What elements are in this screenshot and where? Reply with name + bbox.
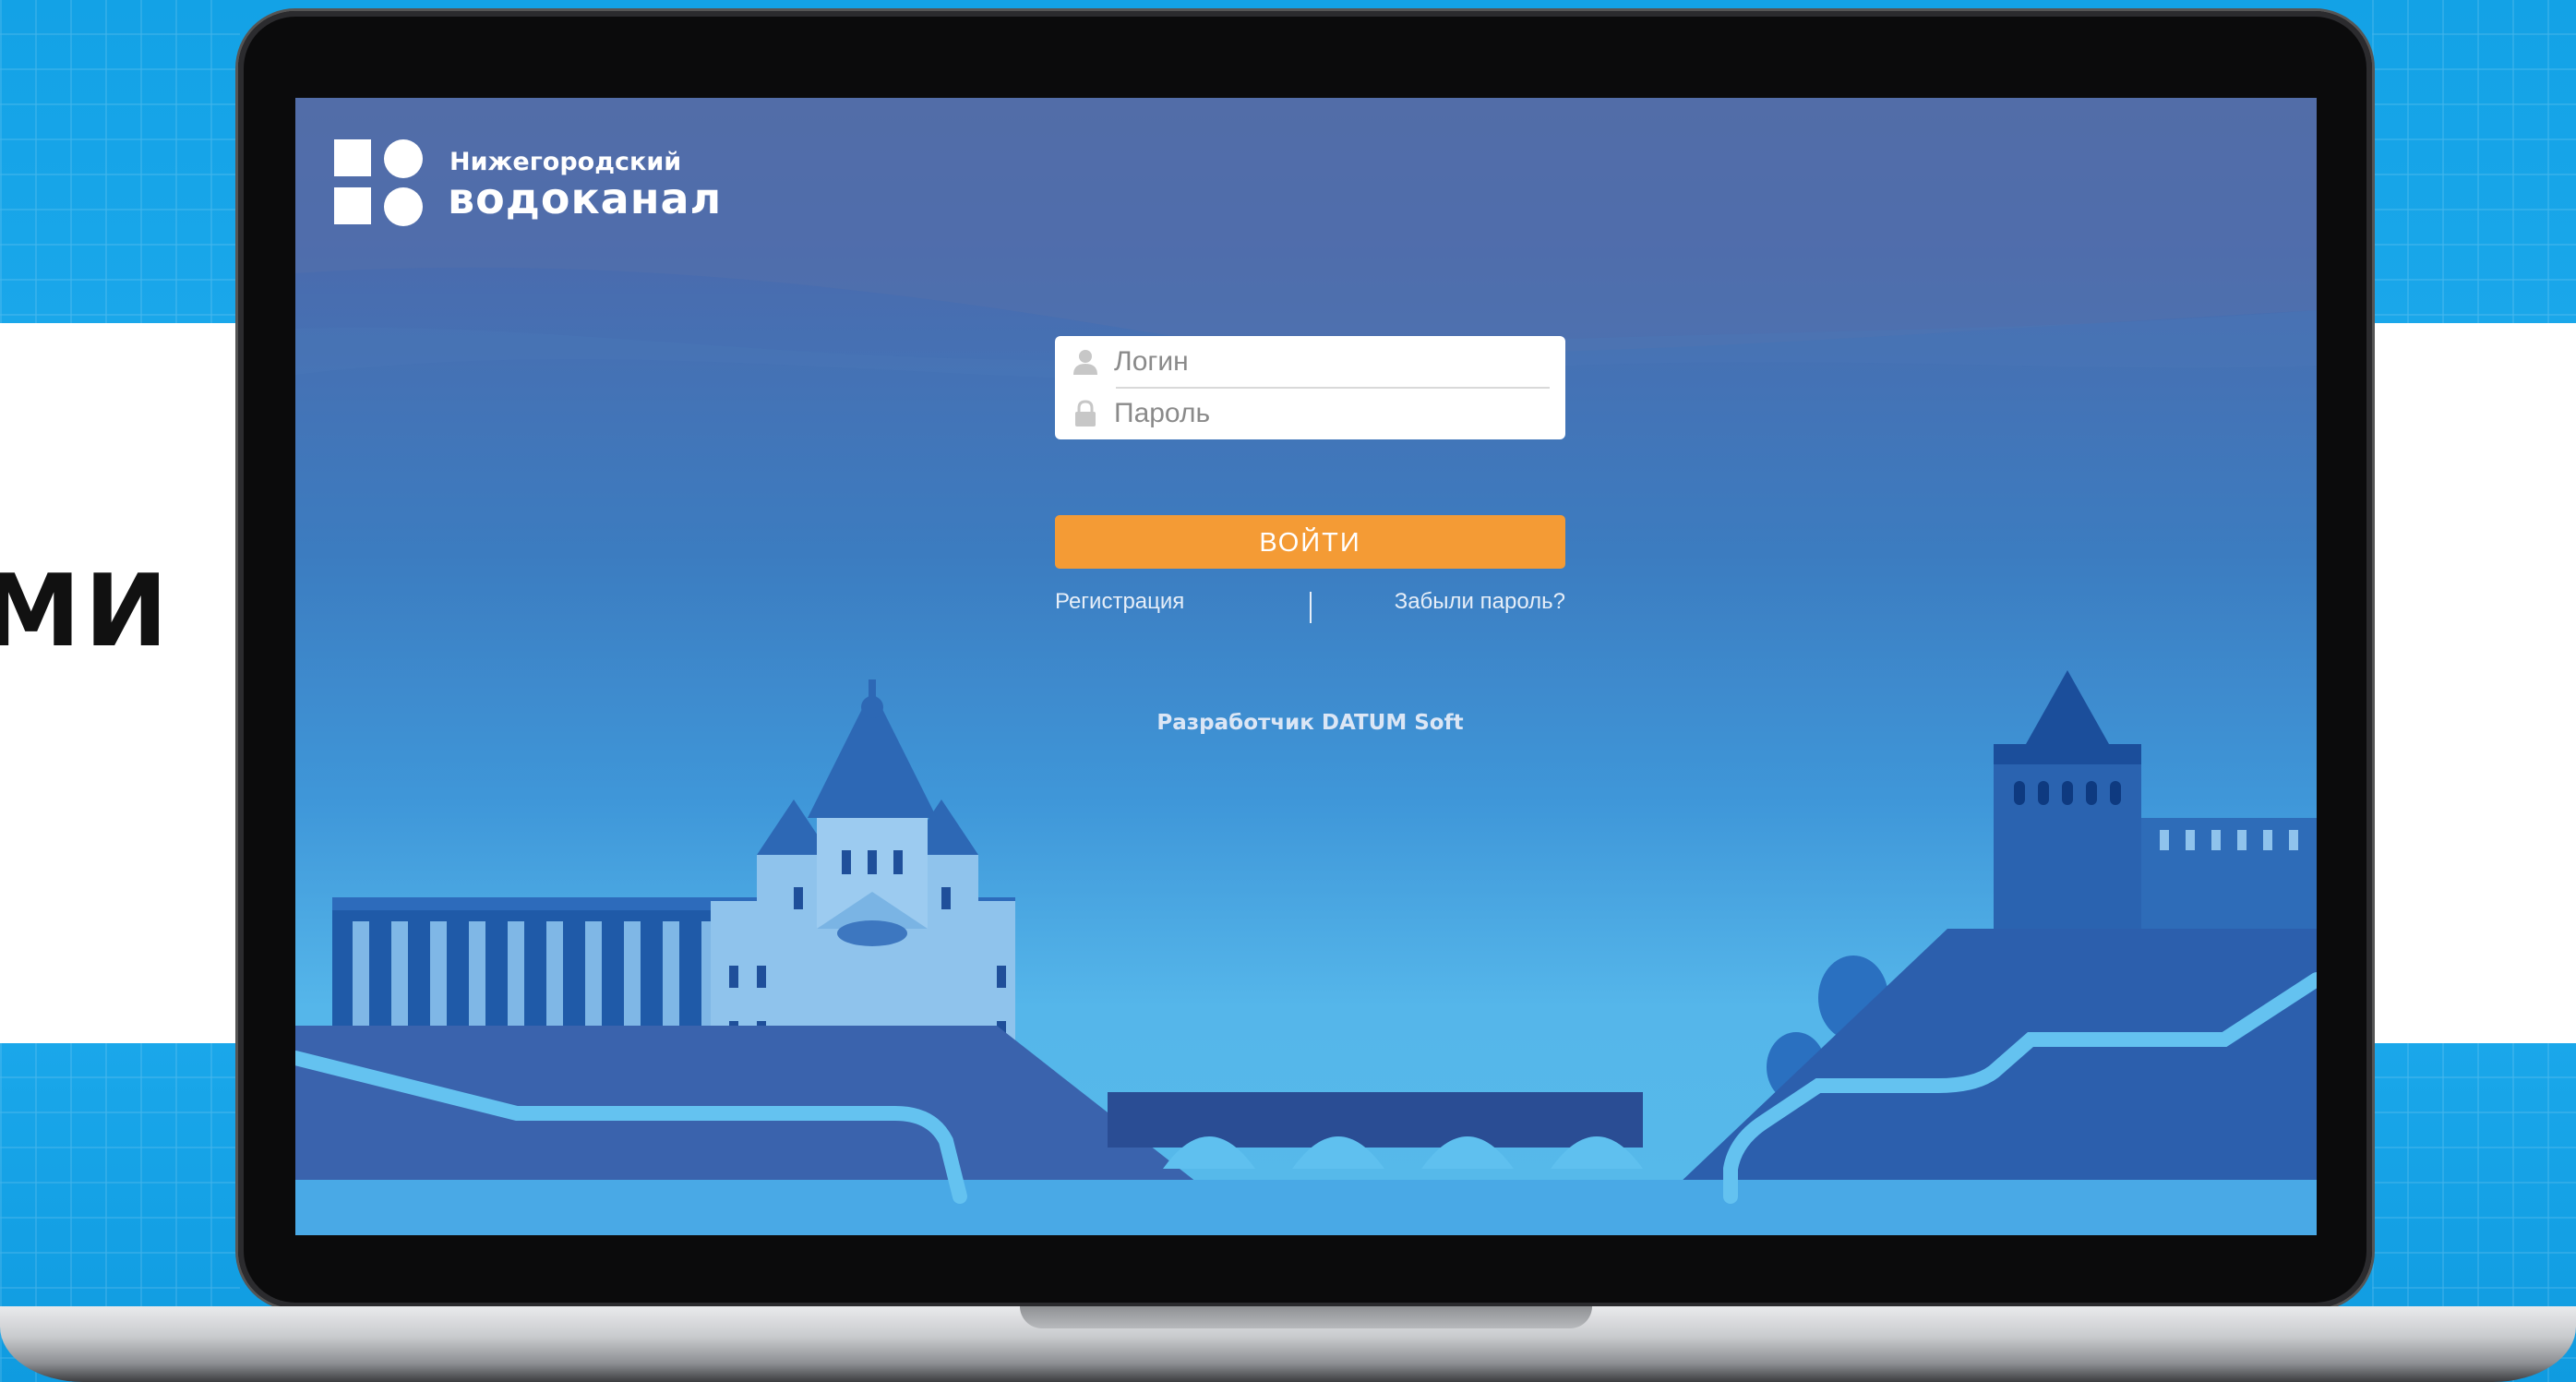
logo-text-line1: Нижегородский (449, 148, 682, 176)
laptop-screen: Нижегородский водоканал ВОЙТИ (295, 98, 2317, 1235)
laptop-notch (1020, 1306, 1592, 1328)
register-link[interactable]: Регистрация (1055, 589, 1184, 615)
links-separator (1310, 592, 1312, 623)
background-side-text: МИ (0, 554, 172, 669)
lock-icon (1072, 400, 1099, 427)
forgot-password-link[interactable]: Забыли пароль? (1395, 589, 1565, 615)
bridge-illustration (1108, 1092, 1643, 1169)
logo-square-mark (334, 187, 371, 224)
city-landscape-illustration (295, 98, 2317, 1235)
logo-circle-mark (384, 139, 423, 178)
login-form (1055, 336, 1565, 439)
logo-text-line2: водоканал (448, 174, 723, 223)
password-field-row (1055, 388, 1565, 439)
login-button[interactable]: ВОЙТИ (1055, 515, 1565, 569)
logo-square-mark (334, 139, 371, 176)
background-city-texture (0, 0, 240, 323)
login-field-row (1055, 336, 1565, 388)
river-illustration (295, 1180, 2317, 1235)
password-input[interactable] (1114, 398, 1539, 429)
logo-circle-mark (384, 187, 423, 226)
developer-credit: Разработчик DATUM Soft (1156, 711, 1464, 735)
background-city-texture (2372, 0, 2576, 323)
vodokanal-logo: Нижегородский водоканал (334, 137, 768, 229)
login-input[interactable] (1114, 346, 1539, 378)
user-icon (1072, 348, 1099, 376)
